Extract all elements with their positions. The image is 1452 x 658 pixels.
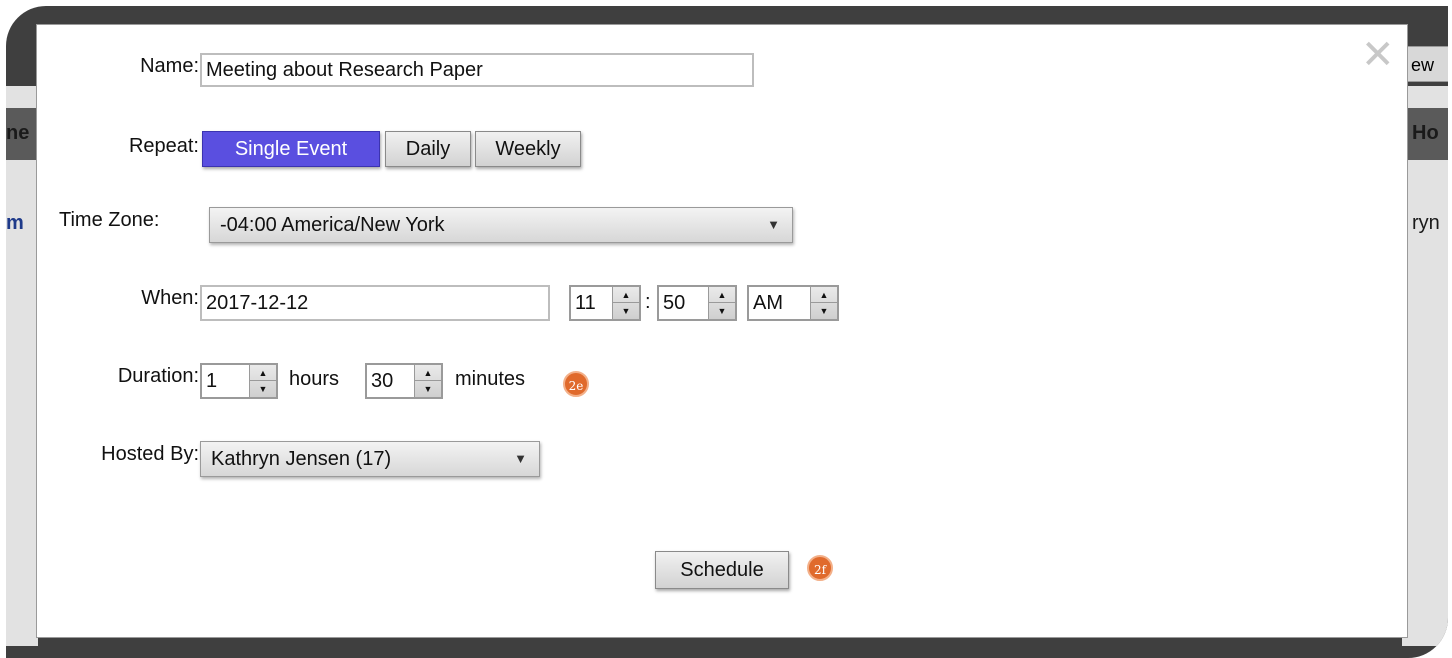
ampm-stepper-buttons: ▲ ▼ [810, 287, 837, 319]
minute-value: 50 [663, 292, 686, 314]
duration-label: Duration: [117, 365, 199, 387]
caret-down-icon[interactable]: ▼ [250, 381, 276, 397]
background-header-left: ne [6, 122, 30, 144]
hosted-by-value: Kathryn Jensen (17) [211, 448, 392, 470]
minute-stepper-buttons: ▲ ▼ [708, 287, 735, 319]
when-label: When: [141, 287, 199, 309]
time-separator: : [645, 291, 651, 313]
background-link-right: ryn [1412, 212, 1440, 234]
schedule-button[interactable]: Schedule [655, 551, 789, 589]
background-header-right: Ho [1412, 122, 1439, 144]
caret-down-icon[interactable]: ▼ [709, 303, 735, 319]
close-icon[interactable]: ✕ [1361, 35, 1395, 75]
duration-hours-unit: hours [289, 368, 340, 390]
duration-minutes-buttons: ▲ ▼ [414, 365, 441, 397]
caret-down-icon[interactable]: ▼ [415, 381, 441, 397]
annotation-badge-2e: 2e [563, 371, 589, 397]
name-input[interactable] [200, 53, 754, 87]
caret-up-icon[interactable]: ▲ [415, 365, 441, 381]
ampm-stepper[interactable]: AM ▲ ▼ [747, 285, 839, 321]
time-zone-value: -04:00 America/New York [220, 214, 445, 236]
caret-down-icon[interactable]: ▼ [811, 303, 837, 319]
hosted-by-label: Hosted By: [101, 443, 199, 465]
caret-up-icon[interactable]: ▲ [250, 365, 276, 381]
repeat-single-event-button[interactable]: Single Event [202, 131, 380, 167]
hour-stepper[interactable]: 11 ▲ ▼ [569, 285, 641, 321]
duration-minutes-stepper[interactable]: 30 ▲ ▼ [365, 363, 443, 399]
background-panel-right [1402, 86, 1448, 646]
repeat-daily-button[interactable]: Daily [385, 131, 471, 167]
chevron-down-icon: ▼ [514, 451, 527, 466]
hosted-by-select[interactable]: Kathryn Jensen (17) ▼ [200, 441, 540, 477]
time-zone-label: Time Zone: [59, 209, 160, 231]
repeat-label: Repeat: [128, 135, 199, 157]
caret-up-icon[interactable]: ▲ [811, 287, 837, 303]
repeat-weekly-button[interactable]: Weekly [475, 131, 581, 167]
duration-minutes-value: 30 [371, 370, 394, 392]
duration-minutes-unit: minutes [455, 368, 526, 390]
background-view-button: ew [1402, 46, 1448, 82]
ampm-value: AM [753, 292, 783, 314]
schedule-meeting-dialog: ✕ Name: Repeat: Single Event Daily Weekl… [36, 24, 1408, 638]
duration-hours-buttons: ▲ ▼ [249, 365, 276, 397]
caret-down-icon[interactable]: ▼ [613, 303, 639, 319]
chevron-down-icon: ▼ [767, 217, 780, 232]
duration-hours-stepper[interactable]: 1 ▲ ▼ [200, 363, 278, 399]
caret-up-icon[interactable]: ▲ [709, 287, 735, 303]
time-zone-select[interactable]: -04:00 America/New York ▼ [209, 207, 793, 243]
when-date-input[interactable] [200, 285, 550, 321]
minute-stepper[interactable]: 50 ▲ ▼ [657, 285, 737, 321]
caret-up-icon[interactable]: ▲ [613, 287, 639, 303]
duration-hours-value: 1 [206, 370, 218, 392]
background-panel-left [6, 86, 38, 646]
background-link-left: m [6, 212, 24, 234]
annotation-badge-2f: 2f [807, 555, 833, 581]
hour-stepper-buttons: ▲ ▼ [612, 287, 639, 319]
name-label: Name: [140, 55, 199, 77]
hour-value: 11 [575, 292, 596, 314]
